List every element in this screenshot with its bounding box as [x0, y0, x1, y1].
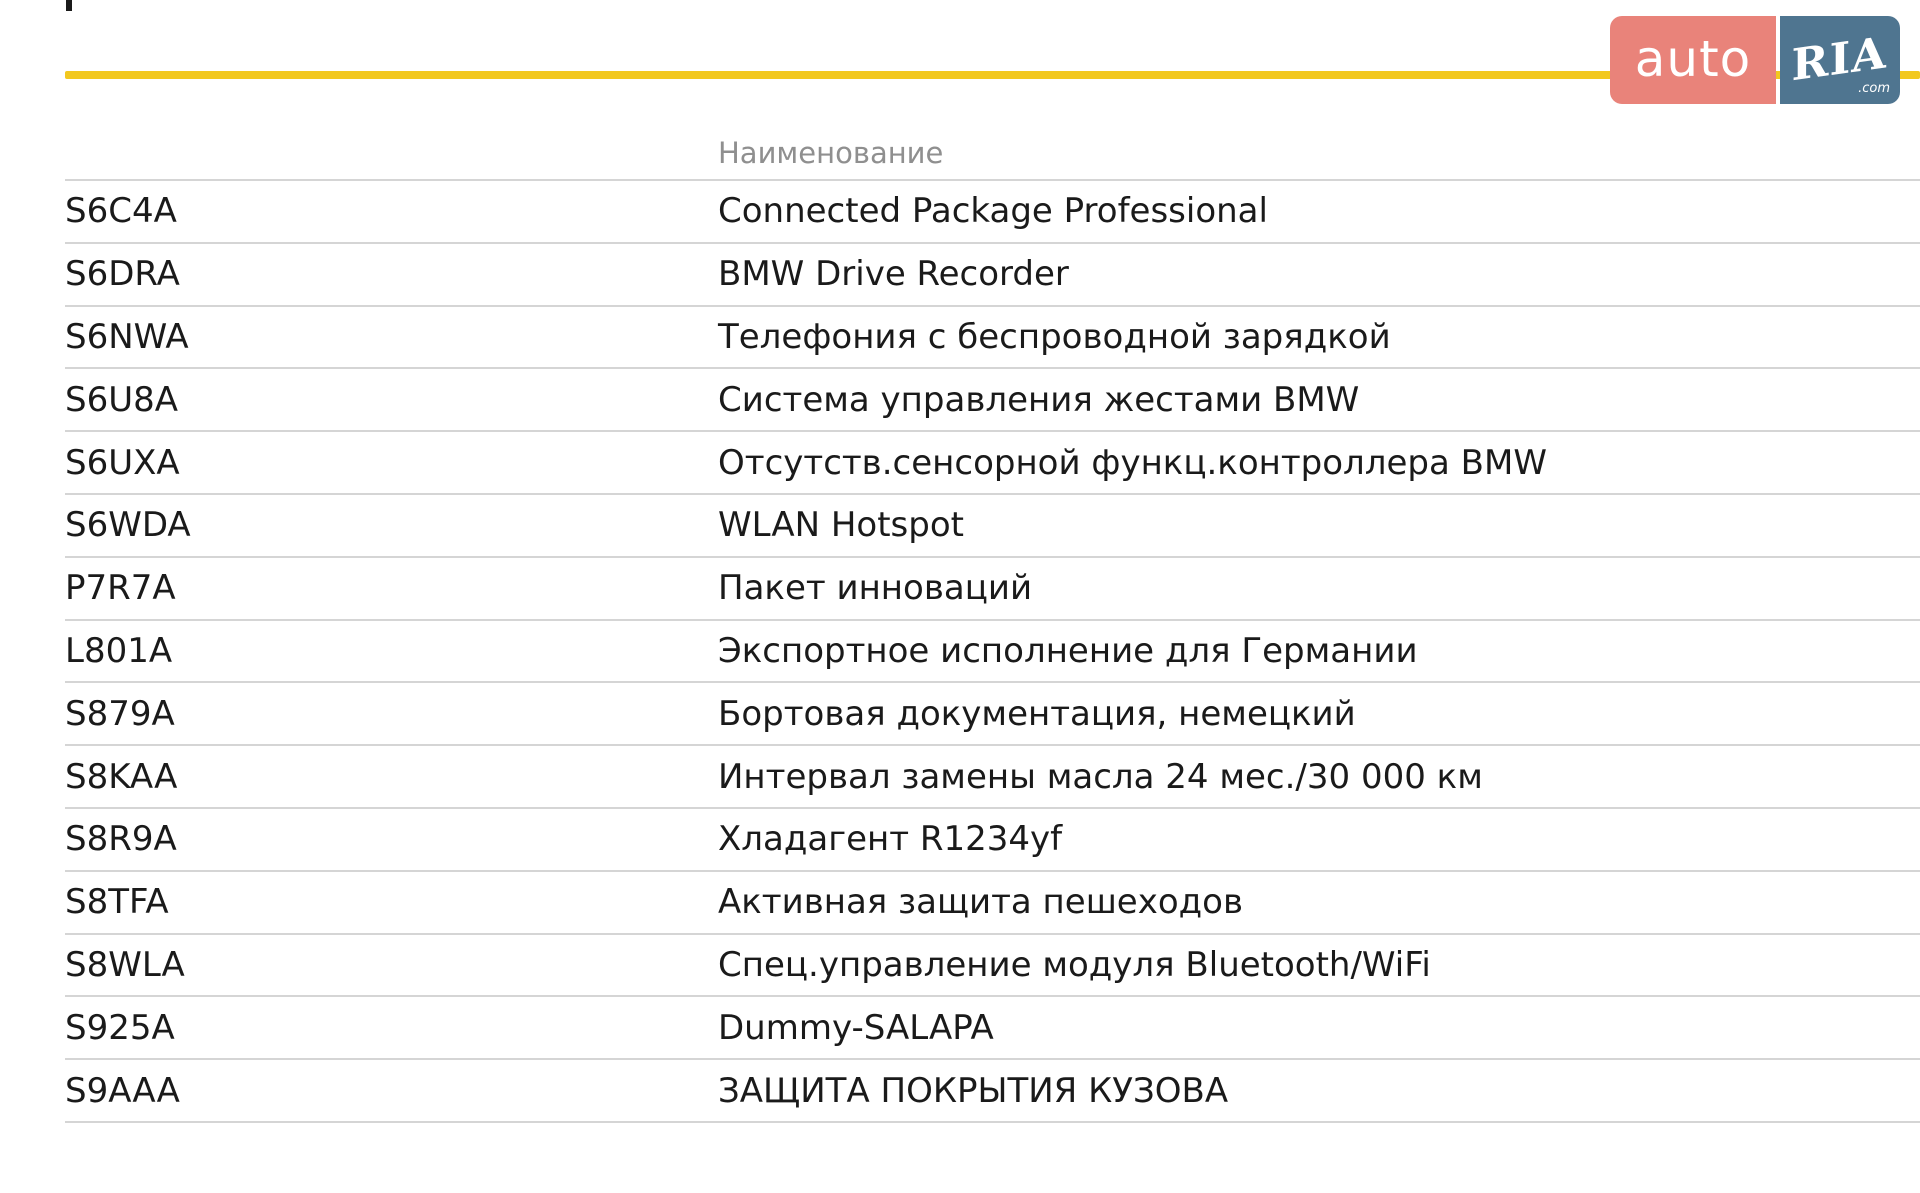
option-code: S8WLA — [65, 944, 185, 985]
option-code: S6DRA — [65, 254, 180, 295]
option-name: WLAN Hotspot — [718, 505, 964, 546]
option-name: Активная защита пешеходов — [718, 882, 1243, 923]
option-code: S925A — [65, 1007, 175, 1048]
option-name: Connected Package Professional — [718, 191, 1268, 232]
option-name: Отсутств.сенсорной функц.контроллера BMW — [718, 442, 1547, 483]
table-row: L801A Экспортное исполнение для Германии — [65, 621, 1920, 684]
option-code: P7R7A — [65, 568, 176, 609]
option-name: Система управления жестами BMW — [718, 379, 1360, 420]
option-name: Бортовая документация, немецкий — [718, 693, 1356, 734]
table-row: P7R7A Пакет инноваций — [65, 558, 1920, 621]
table-row: S9AAA ЗАЩИТА ПОКРЫТИЯ КУЗОВА — [65, 1060, 1920, 1123]
table-header: Наименование — [65, 120, 1920, 181]
option-code: S8KAA — [65, 756, 178, 797]
option-code: S6U8A — [65, 379, 178, 420]
option-code: S8TFA — [65, 882, 169, 923]
column-header-name: Наименование — [718, 136, 944, 170]
autoria-logo: auto RIA .com — [1610, 16, 1900, 104]
option-code: S9AAA — [65, 1070, 180, 1111]
option-name: Dummy-SALAPA — [718, 1007, 994, 1048]
logo-auto-part: auto — [1610, 16, 1776, 104]
table-row: S6WDA WLAN Hotspot — [65, 495, 1920, 558]
option-code: S6UXA — [65, 442, 180, 483]
option-name: ЗАЩИТА ПОКРЫТИЯ КУЗОВА — [718, 1070, 1229, 1111]
option-code: S6C4A — [65, 191, 177, 232]
table-row: S6U8A Система управления жестами BMW — [65, 369, 1920, 433]
table-row: S6UXA Отсутств.сенсорной функц.контроллер… — [65, 432, 1920, 495]
table-row: S8KAA Интервал замены масла 24 мес./30 00… — [65, 746, 1920, 809]
option-code: S6WDA — [65, 505, 191, 546]
table-row: S925A Dummy-SALAPA — [65, 997, 1920, 1061]
options-table: Наименование S6C4A Connected Package Prof… — [65, 120, 1920, 1123]
option-name: Экспортное исполнение для Германии — [718, 630, 1418, 671]
option-code: S8R9A — [65, 819, 177, 860]
option-code: S879A — [65, 693, 175, 734]
table-row: S6C4A Connected Package Professional — [65, 181, 1920, 244]
logo-com-text: .com — [1858, 81, 1890, 96]
option-name: Хладагент R1234yf — [718, 819, 1063, 860]
logo-ria-part: RIA .com — [1780, 16, 1900, 104]
option-name: Интервал замены масла 24 мес./30 000 км — [718, 756, 1483, 797]
table-row: S8TFA Активная защита пешеходов — [65, 872, 1920, 935]
option-code: L801A — [65, 630, 173, 671]
table-row: S6DRA BMW Drive Recorder — [65, 244, 1920, 307]
table-row: S6NWA Телефония с беспроводной зарядкой — [65, 307, 1920, 370]
table-row: S879A Бортовая документация, немецкий — [65, 683, 1920, 747]
option-code: S6NWA — [65, 316, 189, 357]
option-name: BMW Drive Recorder — [718, 254, 1069, 295]
table-row: S8WLA Спец.управление модуля Bluetooth/Wi… — [65, 935, 1920, 998]
option-name: Телефония с беспроводной зарядкой — [718, 316, 1391, 357]
option-name: Пакет инноваций — [718, 568, 1033, 609]
table-body: S6C4A Connected Package Professional S6DRA… — [65, 181, 1920, 1123]
option-name: Спец.управление модуля Bluetooth/WiFi — [718, 944, 1431, 985]
table-row: S8R9A Хладагент R1234yf — [65, 809, 1920, 872]
top-edge-mark — [66, 0, 72, 11]
